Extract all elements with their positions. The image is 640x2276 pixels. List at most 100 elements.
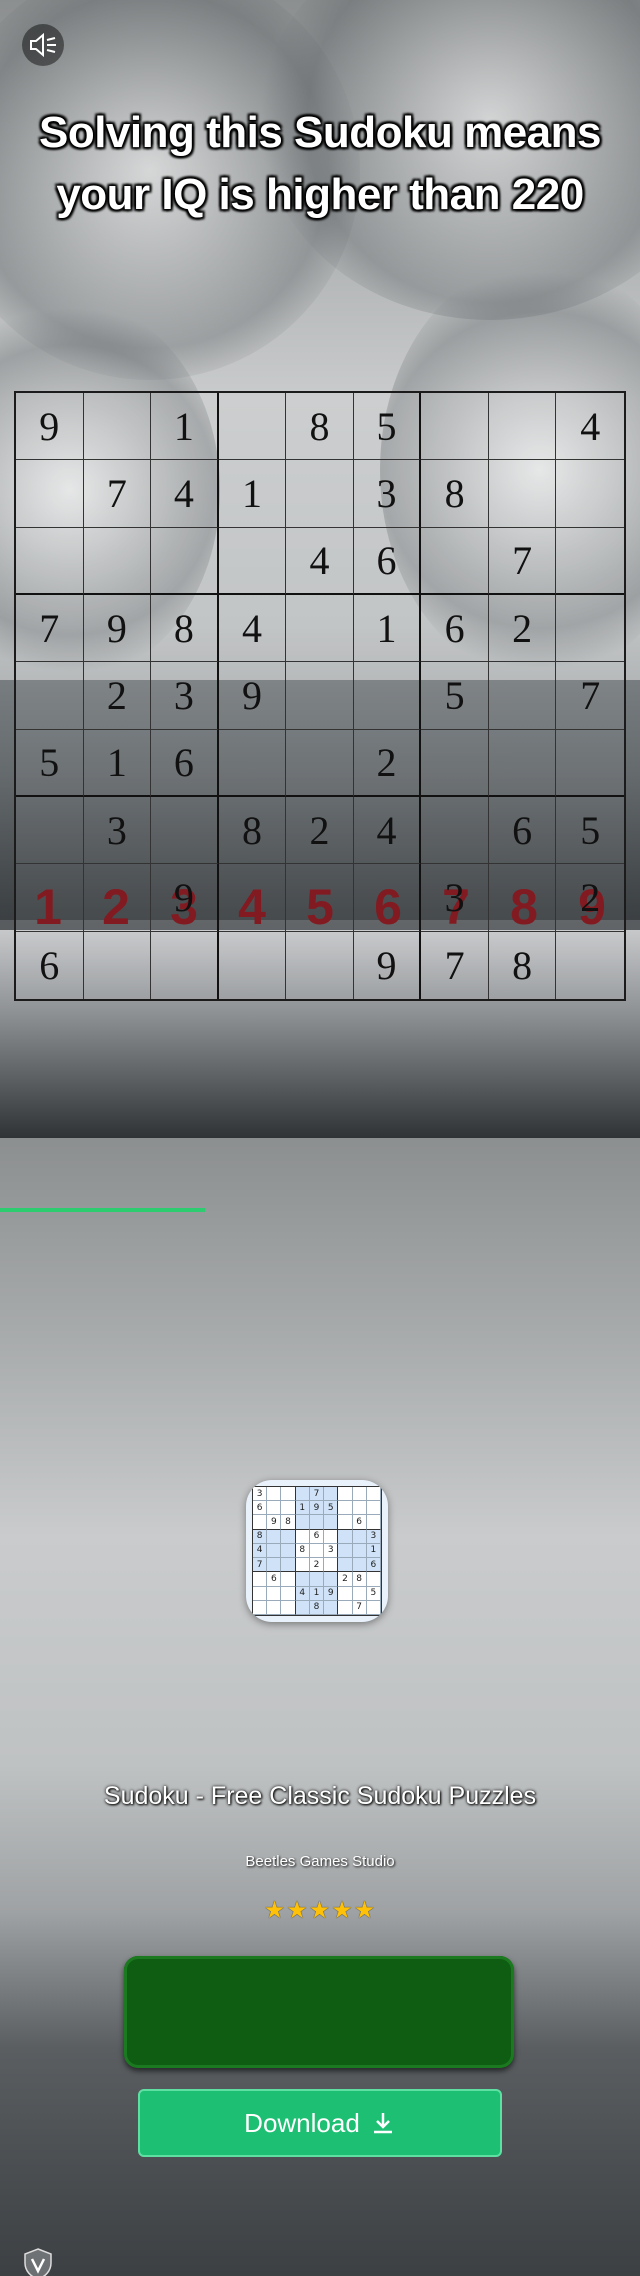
app-icon-cell (366, 1515, 381, 1530)
sudoku-cell[interactable]: 7 (16, 595, 84, 663)
sudoku-cell[interactable]: 5 (353, 393, 422, 461)
sudoku-cell[interactable]: 1 (218, 460, 287, 528)
sudoku-cell[interactable] (488, 864, 557, 932)
sudoku-cell[interactable] (218, 729, 287, 797)
shield-v-icon[interactable] (24, 2248, 52, 2276)
app-icon-cell (267, 1543, 282, 1559)
sudoku-cell[interactable]: 6 (421, 595, 489, 663)
app-icon-cell (338, 1600, 353, 1615)
sudoku-cell[interactable] (556, 931, 624, 999)
sudoku-cell[interactable]: 4 (218, 595, 287, 663)
sudoku-cell[interactable]: 4 (151, 460, 219, 528)
sudoku-grid[interactable]: 9185474138467798416223957516238246593269… (14, 391, 626, 1001)
sudoku-cell[interactable] (421, 729, 489, 797)
sudoku-cell[interactable]: 6 (488, 797, 557, 865)
sudoku-cell[interactable]: 8 (488, 931, 557, 999)
sudoku-cell[interactable]: 9 (16, 393, 84, 461)
sudoku-cell[interactable]: 1 (83, 729, 152, 797)
app-icon-cell: 6 (309, 1529, 325, 1544)
app-name[interactable]: Sudoku - Free Classic Sudoku Puzzles (0, 1782, 640, 1811)
sudoku-cell[interactable] (151, 797, 219, 865)
sudoku-cell[interactable]: 6 (353, 527, 422, 595)
sudoku-cell[interactable]: 9 (218, 662, 287, 730)
sudoku-cell[interactable]: 9 (151, 864, 219, 932)
sudoku-cell[interactable]: 1 (151, 393, 219, 461)
sudoku-cell[interactable]: 3 (151, 662, 219, 730)
app-icon-cell: 3 (324, 1543, 339, 1559)
sudoku-cell[interactable]: 4 (556, 393, 624, 461)
sudoku-cell[interactable]: 8 (421, 460, 489, 528)
sudoku-cell[interactable]: 7 (83, 460, 152, 528)
sudoku-cell[interactable]: 8 (286, 393, 354, 461)
sudoku-cell[interactable] (556, 460, 624, 528)
sudoku-cell[interactable] (83, 393, 152, 461)
sudoku-cell[interactable]: 4 (353, 797, 422, 865)
sudoku-cell[interactable]: 4 (286, 527, 354, 595)
app-icon-cell: 8 (352, 1572, 367, 1587)
sudoku-cell[interactable]: 1 (353, 595, 422, 663)
sudoku-cell[interactable] (488, 729, 557, 797)
app-icon-cell (366, 1501, 381, 1516)
sudoku-cell[interactable] (286, 864, 354, 932)
sudoku-cell[interactable]: 7 (421, 931, 489, 999)
sudoku-cell[interactable] (16, 797, 84, 865)
sudoku-cell[interactable] (83, 527, 152, 595)
sudoku-cell[interactable]: 3 (83, 797, 152, 865)
sudoku-cell[interactable] (488, 460, 557, 528)
sudoku-cell[interactable]: 3 (353, 460, 422, 528)
sudoku-cell[interactable]: 5 (556, 797, 624, 865)
sudoku-cell[interactable] (151, 527, 219, 595)
sudoku-cell[interactable] (353, 662, 422, 730)
sudoku-cell[interactable] (16, 864, 84, 932)
sudoku-cell[interactable]: 2 (556, 864, 624, 932)
sudoku-cell[interactable] (286, 460, 354, 528)
sudoku-cell[interactable] (556, 527, 624, 595)
sudoku-cell[interactable] (286, 595, 354, 663)
app-icon-cell (338, 1558, 353, 1573)
sudoku-cell[interactable]: 6 (16, 931, 84, 999)
sudoku-cell[interactable]: 6 (151, 729, 219, 797)
sudoku-cell[interactable] (16, 527, 84, 595)
sudoku-cell[interactable] (421, 393, 489, 461)
sudoku-cell[interactable] (218, 527, 287, 595)
sudoku-cell[interactable] (83, 931, 152, 999)
sudoku-cell[interactable] (218, 864, 287, 932)
sudoku-cell[interactable]: 2 (353, 729, 422, 797)
sudoku-cell[interactable] (286, 931, 354, 999)
sudoku-cell[interactable]: 5 (16, 729, 84, 797)
sudoku-cell[interactable] (421, 797, 489, 865)
sudoku-cell[interactable] (556, 595, 624, 663)
sudoku-cell[interactable] (16, 662, 84, 730)
app-icon-cell (352, 1487, 367, 1502)
sudoku-cell[interactable]: 8 (218, 797, 287, 865)
app-icon-cell: 2 (309, 1558, 325, 1573)
sudoku-cell[interactable]: 9 (83, 595, 152, 663)
sudoku-cell[interactable]: 2 (286, 797, 354, 865)
sudoku-cell[interactable] (488, 662, 557, 730)
sudoku-cell[interactable]: 2 (488, 595, 557, 663)
sudoku-cell[interactable] (16, 460, 84, 528)
sudoku-cell[interactable]: 2 (83, 662, 152, 730)
sudoku-cell[interactable] (488, 393, 557, 461)
sudoku-cell[interactable] (286, 729, 354, 797)
sudoku-cell[interactable] (421, 527, 489, 595)
app-icon-cell (324, 1558, 339, 1573)
sudoku-cell[interactable] (218, 931, 287, 999)
sudoku-cell[interactable]: 7 (488, 527, 557, 595)
sound-toggle-button[interactable] (22, 24, 64, 66)
sudoku-cell[interactable] (218, 393, 287, 461)
app-icon-cell (309, 1515, 325, 1530)
sudoku-cell[interactable]: 8 (151, 595, 219, 663)
sudoku-cell[interactable] (83, 864, 152, 932)
sudoku-cell[interactable] (353, 864, 422, 932)
download-button[interactable]: Download (138, 2089, 502, 2157)
app-icon-cell: 3 (366, 1529, 381, 1544)
sudoku-cell[interactable]: 5 (421, 662, 489, 730)
sudoku-cell[interactable]: 9 (353, 931, 422, 999)
sudoku-cell[interactable] (286, 662, 354, 730)
sudoku-cell[interactable]: 3 (421, 864, 489, 932)
sudoku-cell[interactable]: 7 (556, 662, 624, 730)
sudoku-cell[interactable] (556, 729, 624, 797)
sudoku-cell[interactable] (151, 931, 219, 999)
app-icon[interactable]: 3761959868634831726628419587 (246, 1480, 388, 1622)
